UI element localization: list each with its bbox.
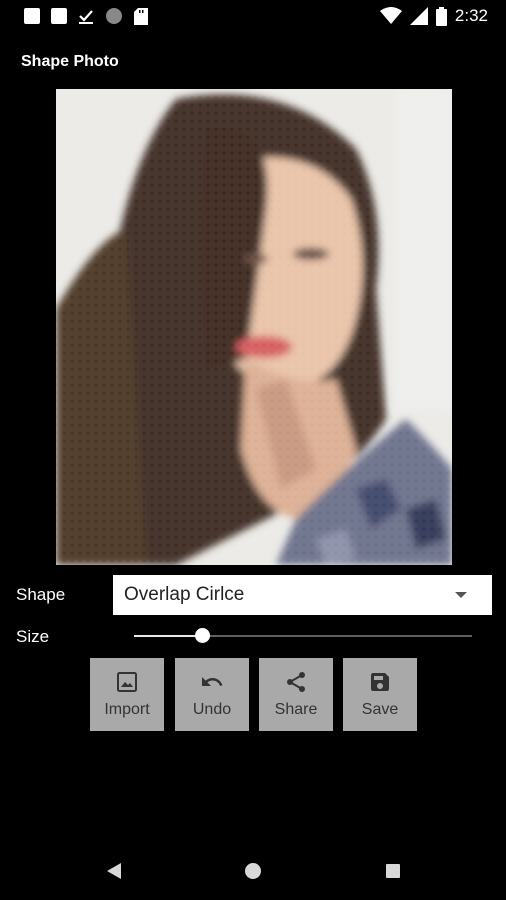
notification-icon (51, 8, 67, 24)
dropdown-arrow-icon (455, 592, 467, 598)
size-label: Size (16, 627, 50, 646)
wifi-icon (379, 7, 402, 24)
signal-icon (409, 7, 428, 25)
photo-preview[interactable] (56, 89, 452, 565)
shape-label: Shape (16, 585, 66, 604)
sd-card-icon (134, 7, 148, 25)
shape-dropdown[interactable]: Overlap Cirlce (113, 575, 492, 615)
import-button[interactable]: Import (90, 658, 164, 731)
notification-icon (24, 8, 40, 24)
size-slider-fill (134, 635, 202, 637)
status-notifications (24, 7, 148, 25)
undo-button[interactable]: Undo (175, 658, 249, 731)
share-icon (287, 672, 305, 692)
shape-dropdown-value: Overlap Cirlce (124, 584, 245, 605)
undo-icon (202, 677, 223, 686)
status-bar: 2:32 (0, 0, 506, 32)
app-title: Shape Photo (21, 53, 119, 70)
size-slider[interactable] (134, 628, 472, 643)
home-icon[interactable] (245, 863, 261, 879)
circle-icon (106, 8, 122, 24)
back-icon[interactable] (106, 862, 122, 880)
share-button[interactable]: Share (259, 658, 333, 731)
check-icon (79, 10, 93, 24)
status-time: 2:32 (454, 6, 488, 25)
save-button[interactable]: Save (343, 658, 417, 731)
battery-icon (435, 6, 447, 26)
undo-label: Undo (192, 701, 232, 718)
image-icon (117, 672, 137, 692)
size-slider-thumb[interactable] (194, 628, 210, 643)
save-icon (371, 673, 389, 691)
save-label: Save (361, 701, 399, 718)
status-system: 2:32 (379, 6, 488, 26)
import-label: Import (104, 701, 150, 718)
recents-icon[interactable] (386, 864, 400, 878)
share-label: Share (274, 701, 318, 718)
